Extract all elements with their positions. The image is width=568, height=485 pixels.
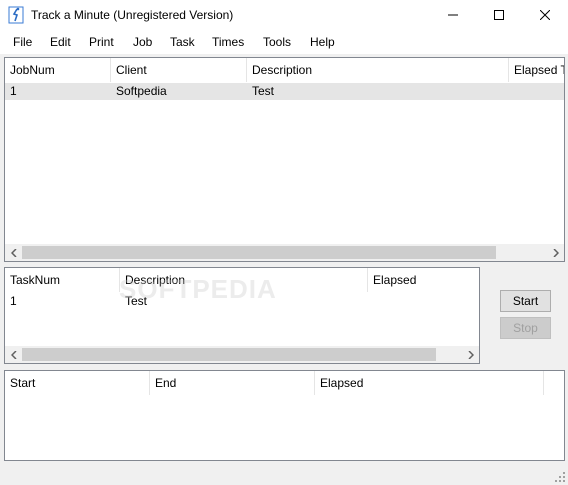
menu-tools[interactable]: Tools bbox=[263, 35, 291, 49]
cell-description: Test bbox=[252, 84, 275, 98]
menu-task[interactable]: Task bbox=[170, 35, 195, 49]
column-start[interactable]: Start bbox=[5, 371, 150, 395]
jobs-hscrollbar[interactable] bbox=[5, 244, 564, 261]
cell-tasknum: 1 bbox=[10, 294, 17, 308]
chevron-right-icon bbox=[467, 350, 474, 359]
menu-edit[interactable]: Edit bbox=[50, 35, 71, 49]
column-tasknum[interactable]: TaskNum bbox=[5, 268, 120, 292]
maximize-button[interactable] bbox=[476, 0, 522, 30]
column-times-elapsed[interactable]: Elapsed bbox=[315, 371, 544, 395]
scroll-right-button[interactable] bbox=[462, 346, 479, 363]
menu-print[interactable]: Print bbox=[89, 35, 114, 49]
column-task-elapsed[interactable]: Elapsed bbox=[368, 268, 479, 292]
stop-button[interactable]: Stop bbox=[500, 317, 551, 339]
cell-client: Softpedia bbox=[116, 84, 167, 98]
chevron-left-icon bbox=[10, 350, 17, 359]
tasks-hscrollbar[interactable] bbox=[5, 346, 479, 363]
minimize-button[interactable] bbox=[430, 0, 476, 30]
scroll-thumb[interactable] bbox=[22, 246, 496, 259]
scroll-right-button[interactable] bbox=[547, 244, 564, 261]
chevron-right-icon bbox=[552, 248, 559, 257]
maximize-icon bbox=[494, 10, 504, 20]
scroll-left-button[interactable] bbox=[5, 244, 22, 261]
column-elapsed-time[interactable]: Elapsed Ti bbox=[509, 58, 564, 82]
menu-bar: File Edit Print Job Task Times Tools Hel… bbox=[0, 30, 568, 54]
resize-grip-icon[interactable] bbox=[554, 471, 566, 483]
cell-jobnum: 1 bbox=[10, 84, 17, 98]
menu-job[interactable]: Job bbox=[133, 35, 152, 49]
close-button[interactable] bbox=[522, 0, 568, 30]
column-client[interactable]: Client bbox=[111, 58, 247, 82]
table-row[interactable]: 1 Softpedia Test bbox=[5, 83, 564, 100]
chevron-left-icon bbox=[10, 248, 17, 257]
times-list[interactable]: Start End Elapsed bbox=[4, 370, 565, 461]
times-header: Start End Elapsed bbox=[5, 371, 564, 395]
menu-help[interactable]: Help bbox=[310, 35, 335, 49]
start-button[interactable]: Start bbox=[500, 290, 551, 312]
column-description[interactable]: Description bbox=[247, 58, 509, 82]
jobs-list[interactable]: JobNum Client Description Elapsed Ti 1 S… bbox=[4, 57, 565, 262]
cell-elapsed bbox=[509, 83, 564, 100]
close-icon bbox=[540, 10, 550, 20]
title-bar: Track a Minute (Unregistered Version) bbox=[0, 0, 568, 30]
jobs-header: JobNum Client Description Elapsed Ti bbox=[5, 58, 564, 82]
scroll-thumb[interactable] bbox=[22, 348, 436, 361]
figure-icon[interactable] bbox=[8, 6, 24, 24]
column-end[interactable]: End bbox=[150, 371, 315, 395]
scroll-left-button[interactable] bbox=[5, 346, 22, 363]
cell-task-elapsed bbox=[368, 293, 479, 310]
status-bar bbox=[0, 464, 568, 485]
menu-times[interactable]: Times bbox=[212, 35, 244, 49]
column-jobnum[interactable]: JobNum bbox=[5, 58, 111, 82]
menu-file[interactable]: File bbox=[13, 35, 32, 49]
watermark: SOFTPEDIA bbox=[119, 274, 277, 304]
minimize-icon bbox=[448, 14, 458, 16]
window-title: Track a Minute (Unregistered Version) bbox=[31, 8, 234, 22]
